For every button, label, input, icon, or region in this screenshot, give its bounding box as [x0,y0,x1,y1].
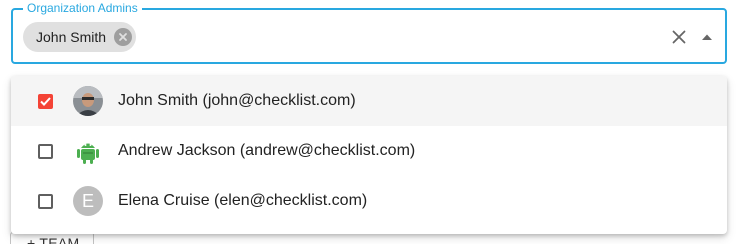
option-label: John Smith (john@checklist.com) [118,92,356,109]
clear-icon[interactable] [668,26,690,48]
arrow-drop-up-icon[interactable] [696,26,718,48]
option-andrew-jackson[interactable]: Andrew Jackson (andrew@checklist.com) [11,126,727,176]
organization-admins-field[interactable]: Organization Admins John Smith [11,0,727,64]
checkbox-unchecked-icon[interactable] [38,143,53,159]
options-listbox: John Smith (john@checklist.com) Andrew J… [11,76,727,234]
option-john-smith[interactable]: John Smith (john@checklist.com) [11,76,727,126]
android-robot-avatar [73,136,103,166]
chip-delete-icon[interactable] [114,28,133,46]
option-elena-cruise[interactable]: E Elena Cruise (elen@checklist.com) [11,176,727,226]
user-photo-avatar [73,86,103,116]
option-label: Andrew Jackson (andrew@checklist.com) [118,142,416,159]
selected-chip[interactable]: John Smith [23,22,137,52]
checkbox-checked-icon[interactable] [38,93,53,109]
letter-avatar: E [73,186,103,216]
chip-label: John Smith [36,29,107,45]
option-label: Elena Cruise (elen@checklist.com) [118,192,368,209]
organization-admins-select-screen: + TEAM Organization Admins John Smith Jo… [0,0,738,244]
field-label: Organization Admins [23,0,142,16]
checkbox-unchecked-icon[interactable] [38,193,53,209]
